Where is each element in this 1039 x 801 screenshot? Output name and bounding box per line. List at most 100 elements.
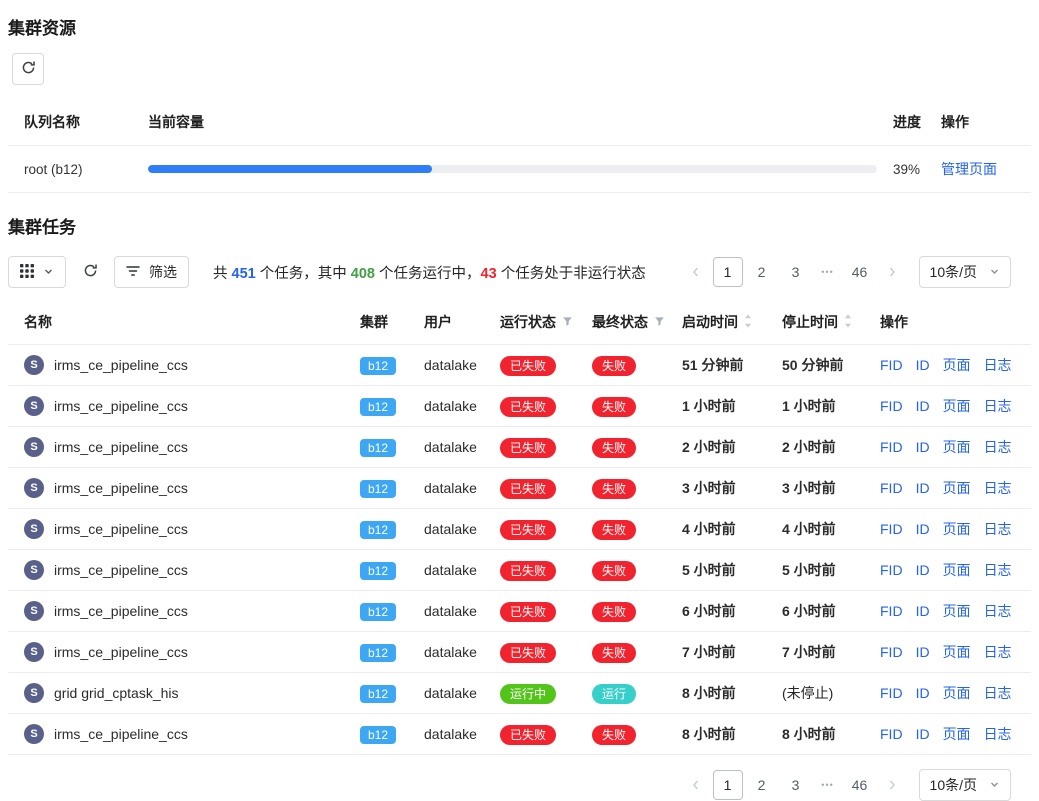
action-log-link[interactable]: 日志	[984, 521, 1012, 537]
pagination-page-1[interactable]: 1	[713, 257, 743, 287]
action-id-link[interactable]: ID	[916, 439, 930, 455]
action-log-link[interactable]: 日志	[984, 439, 1012, 455]
action-fid-link[interactable]: FID	[880, 398, 903, 414]
action-fid-link[interactable]: FID	[880, 480, 903, 496]
run-status-badge: 已失败	[500, 520, 556, 540]
sorter-icon[interactable]	[844, 314, 852, 331]
action-id-link[interactable]: ID	[916, 644, 930, 660]
action-id-link[interactable]: ID	[916, 726, 930, 742]
cluster-resources-title: 集群资源	[8, 8, 1031, 47]
action-fid-link[interactable]: FID	[880, 726, 903, 742]
pagination-page-46[interactable]: 46	[845, 770, 875, 800]
pagination-page-46[interactable]: 46	[845, 257, 875, 287]
pagination-prev-icon[interactable]	[683, 257, 709, 287]
task-type-icon: S	[24, 396, 44, 416]
task-actions: FID ID 页面日志	[872, 509, 1031, 550]
action-page-link[interactable]: 页面	[943, 439, 971, 455]
task-row: Sirms_ce_pipeline_ccsb12datalake已失败失败51 …	[8, 345, 1031, 386]
action-page-link[interactable]: 页面	[943, 357, 971, 373]
pagination-page-2[interactable]: 2	[747, 770, 777, 800]
action-log-link[interactable]: 日志	[984, 480, 1012, 496]
col-operation: 操作	[872, 300, 1031, 345]
action-log-link[interactable]: 日志	[984, 562, 1012, 578]
sorter-icon[interactable]	[744, 314, 752, 331]
action-id-link[interactable]: ID	[916, 398, 930, 414]
action-fid-link[interactable]: FID	[880, 644, 903, 660]
action-page-link[interactable]: 页面	[943, 685, 971, 701]
resources-refresh-button[interactable]	[12, 53, 44, 85]
action-page-link[interactable]: 页面	[943, 480, 971, 496]
final-status-badge: 失败	[592, 356, 636, 376]
col-run-status[interactable]: 运行状态	[492, 300, 584, 345]
col-start-time[interactable]: 启动时间	[674, 300, 774, 345]
progress-value: 39%	[885, 146, 933, 193]
action-log-link[interactable]: 日志	[984, 685, 1012, 701]
action-page-link[interactable]: 页面	[943, 562, 971, 578]
start-time: 5 小时前	[674, 550, 774, 591]
action-id-link[interactable]: ID	[916, 480, 930, 496]
action-fid-link[interactable]: FID	[880, 685, 903, 701]
action-id-link[interactable]: ID	[916, 685, 930, 701]
action-page-link[interactable]: 页面	[943, 644, 971, 660]
pagination-next-icon[interactable]	[879, 770, 905, 800]
action-page-link[interactable]: 页面	[943, 726, 971, 742]
pagination-page-3[interactable]: 3	[781, 770, 811, 800]
pagination-prev-icon[interactable]	[683, 770, 709, 800]
pagination-page-3[interactable]: 3	[781, 257, 811, 287]
action-page-link[interactable]: 页面	[943, 398, 971, 414]
final-status-badge: 失败	[592, 561, 636, 581]
task-user: datalake	[424, 439, 477, 455]
page-size-select[interactable]: 10条/页	[919, 769, 1011, 801]
action-page-link[interactable]: 页面	[943, 521, 971, 537]
action-id-link[interactable]: ID	[916, 562, 930, 578]
action-log-link[interactable]: 日志	[984, 726, 1012, 742]
action-fid-link[interactable]: FID	[880, 603, 903, 619]
run-status-badge: 已失败	[500, 356, 556, 376]
action-log-link[interactable]: 日志	[984, 357, 1012, 373]
stop-time: 6 小时前	[774, 591, 872, 632]
col-stop-time[interactable]: 停止时间	[774, 300, 872, 345]
action-fid-link[interactable]: FID	[880, 357, 903, 373]
col-final-status[interactable]: 最终状态	[584, 300, 674, 345]
stop-time: 1 小时前	[774, 386, 872, 427]
pagination-ellipsis[interactable]: •••	[815, 780, 841, 790]
action-fid-link[interactable]: FID	[880, 439, 903, 455]
final-status-badge: 失败	[592, 438, 636, 458]
page-size-select[interactable]: 10条/页	[919, 256, 1011, 288]
task-row: Sirms_ce_pipeline_ccsb12datalake已失败失败5 小…	[8, 550, 1031, 591]
page-size-label: 10条/页	[930, 775, 977, 795]
pagination-bottom: 123 ••• 46 10条/页	[683, 769, 1011, 801]
action-id-link[interactable]: ID	[916, 603, 930, 619]
start-time: 1 小时前	[674, 386, 774, 427]
start-time: 2 小时前	[674, 427, 774, 468]
task-user: datalake	[424, 644, 477, 660]
action-fid-link[interactable]: FID	[880, 521, 903, 537]
chevron-down-icon	[989, 777, 1000, 793]
pagination-page-2[interactable]: 2	[747, 257, 777, 287]
action-log-link[interactable]: 日志	[984, 644, 1012, 660]
col-progress: 进度	[885, 99, 933, 146]
pagination-ellipsis[interactable]: •••	[815, 267, 841, 277]
run-status-badge: 已失败	[500, 643, 556, 663]
start-time: 51 分钟前	[674, 345, 774, 386]
capacity-progress-fill	[148, 165, 432, 173]
filter-funnel-icon[interactable]	[562, 314, 573, 330]
task-type-icon: S	[24, 437, 44, 457]
task-user: datalake	[424, 521, 477, 537]
action-fid-link[interactable]: FID	[880, 562, 903, 578]
action-page-link[interactable]: 页面	[943, 603, 971, 619]
column-settings-dropdown[interactable]	[8, 256, 66, 288]
manage-page-link[interactable]: 管理页面	[941, 161, 997, 177]
action-log-link[interactable]: 日志	[984, 398, 1012, 414]
pagination-page-1[interactable]: 1	[713, 770, 743, 800]
task-type-icon: S	[24, 601, 44, 621]
filter-funnel-icon[interactable]	[654, 314, 665, 330]
pagination-next-icon[interactable]	[879, 257, 905, 287]
action-id-link[interactable]: ID	[916, 357, 930, 373]
cluster-badge: b12	[360, 685, 396, 703]
filter-button[interactable]: 筛选	[114, 256, 189, 288]
task-actions: FID ID 页面日志	[872, 591, 1031, 632]
tasks-refresh-button[interactable]	[76, 257, 104, 287]
action-log-link[interactable]: 日志	[984, 603, 1012, 619]
action-id-link[interactable]: ID	[916, 521, 930, 537]
